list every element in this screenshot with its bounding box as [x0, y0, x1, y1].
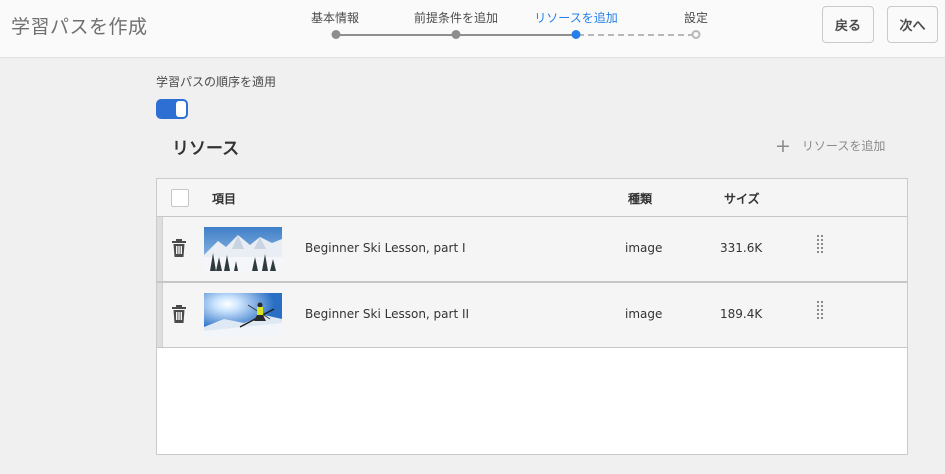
- back-button[interactable]: 戻る: [822, 6, 874, 43]
- page-title: 学習パスを作成: [11, 16, 148, 38]
- resources-heading: リソース: [172, 139, 240, 159]
- trash-icon[interactable]: [171, 305, 187, 323]
- toggle-knob: [176, 101, 186, 117]
- step-marker-prerequisites: [451, 30, 461, 39]
- thumbnail-image: [204, 293, 282, 337]
- add-resource-button[interactable]: + リソースを追加: [775, 134, 886, 157]
- resource-name[interactable]: Beginner Ski Lesson, part I: [305, 241, 466, 255]
- add-resource-label: リソースを追加: [801, 139, 886, 153]
- resource-name[interactable]: Beginner Ski Lesson, part II: [305, 307, 469, 321]
- step-label-settings[interactable]: 設定: [684, 9, 708, 26]
- select-all-checkbox[interactable]: [171, 189, 189, 207]
- drag-handle-icon[interactable]: [817, 301, 825, 321]
- trash-icon[interactable]: [171, 239, 187, 257]
- order-toggle-switch[interactable]: [156, 99, 188, 119]
- column-header-size[interactable]: サイズ: [724, 190, 760, 207]
- table-row[interactable]: Beginner Ski Lesson, part II image 189.4…: [157, 282, 907, 348]
- table-header: 項目 種類 サイズ: [157, 179, 907, 217]
- step-label-prerequisites[interactable]: 前提条件を追加: [414, 9, 498, 26]
- thumbnail-image: [204, 227, 282, 271]
- step-connector: [336, 34, 456, 36]
- column-header-item[interactable]: 項目: [212, 190, 236, 207]
- step-label-add-resources[interactable]: リソースを追加: [534, 9, 617, 26]
- step-marker-basic-info: [331, 30, 341, 39]
- step-marker-settings: [691, 30, 701, 39]
- next-button[interactable]: 次へ: [887, 6, 938, 43]
- drag-handle-icon[interactable]: [817, 235, 825, 255]
- column-header-type[interactable]: 種類: [628, 190, 652, 207]
- step-connector: [456, 34, 576, 36]
- resources-table: 項目 種類 サイズ Beginner Ski Lesson, part I im…: [156, 178, 908, 455]
- resource-size: 331.6K: [720, 241, 763, 255]
- step-marker-add-resources: [571, 30, 581, 39]
- resource-type: image: [625, 241, 663, 255]
- step-connector: [578, 34, 694, 36]
- resource-size: 189.4K: [720, 307, 763, 321]
- table-row[interactable]: Beginner Ski Lesson, part I image 331.6K: [157, 216, 907, 282]
- resource-type: image: [625, 307, 663, 321]
- order-toggle-label: 学習パスの順序を適用: [156, 75, 277, 89]
- plus-icon: +: [775, 134, 791, 157]
- top-bar: 学習パスを作成 基本情報 前提条件を追加 リソースを追加 設定 戻る 次へ: [0, 0, 945, 58]
- step-label-basic-info[interactable]: 基本情報: [311, 9, 359, 26]
